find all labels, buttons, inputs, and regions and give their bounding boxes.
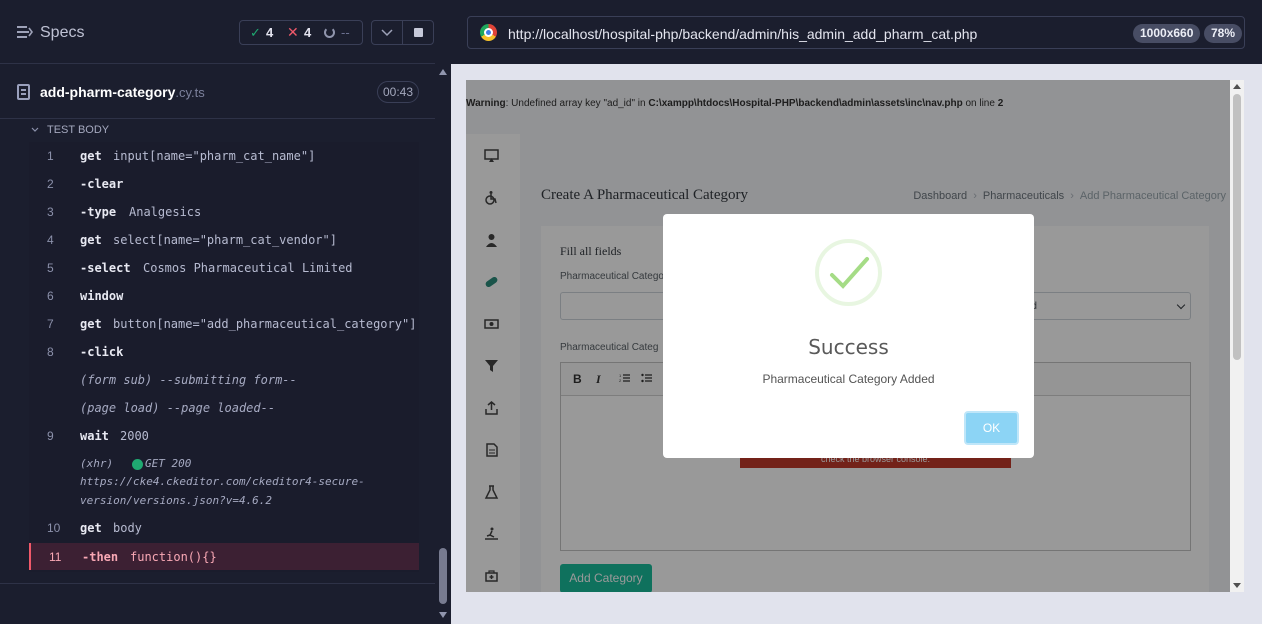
- preview-pane: http://localhost/hospital-php/backend/ad…: [451, 0, 1262, 624]
- pending-count: --: [341, 25, 350, 40]
- modal-message: Pharmaceutical Category Added: [762, 372, 935, 386]
- spec-duration: 00:43: [377, 81, 419, 103]
- command-row[interactable]: 5 -select Cosmos Pharmaceutical Limited: [29, 254, 419, 282]
- scroll-up-icon[interactable]: [439, 69, 447, 75]
- status-dot-icon: [132, 459, 143, 470]
- command-row[interactable]: 7 get button[name="add_pharmaceutical_ca…: [29, 310, 419, 338]
- scroll-up-icon[interactable]: [1233, 84, 1241, 89]
- command-row[interactable]: 3 -type Analgesics: [29, 198, 419, 226]
- spec-name[interactable]: add-pharm-category.cy.ts: [40, 84, 205, 100]
- specs-bar: Specs ✓ 4 ✕ 4 --: [0, 0, 435, 64]
- spec-header: add-pharm-category.cy.ts 00:43: [0, 64, 435, 119]
- scroll-down-icon[interactable]: [439, 612, 447, 618]
- scroll-down-icon[interactable]: [1233, 583, 1241, 588]
- url-bar[interactable]: http://localhost/hospital-php/backend/ad…: [467, 16, 1245, 49]
- log-row-page-load[interactable]: (page load) --page loaded--: [29, 394, 419, 422]
- log-row-form-sub[interactable]: (form sub) --submitting form--: [29, 366, 419, 394]
- runner-scrollbar[interactable]: [435, 64, 451, 624]
- modal-title: Success: [808, 335, 889, 359]
- menu-icon[interactable]: [17, 25, 33, 39]
- command-row[interactable]: 10 get body: [29, 514, 419, 542]
- zoom-badge[interactable]: 78%: [1204, 24, 1243, 43]
- viewport-size-badge[interactable]: 1000x660: [1133, 24, 1201, 43]
- spec-extension: .cy.ts: [175, 85, 205, 100]
- url-text[interactable]: http://localhost/hospital-php/backend/ad…: [508, 26, 977, 42]
- document-icon: [17, 84, 30, 100]
- test-body-label[interactable]: TEST BODY: [47, 124, 109, 136]
- cross-icon: ✕: [287, 24, 299, 40]
- scrollbar-thumb[interactable]: [439, 548, 447, 604]
- divider: [0, 583, 435, 584]
- chrome-icon: [480, 24, 497, 41]
- chevron-down-icon[interactable]: [31, 126, 39, 134]
- stop-button[interactable]: [402, 20, 434, 45]
- command-log: 1 get input[name="pharm_cat_name"] 2 -cl…: [29, 142, 419, 572]
- chevron-down-button[interactable]: [371, 20, 403, 45]
- ok-button[interactable]: OK: [964, 411, 1019, 445]
- test-stats: ✓ 4 ✕ 4 --: [239, 20, 363, 45]
- command-row[interactable]: 2 -clear: [29, 170, 419, 198]
- command-row[interactable]: 1 get input[name="pharm_cat_name"]: [29, 142, 419, 170]
- app-scrollbar[interactable]: [1230, 80, 1244, 592]
- specs-label[interactable]: Specs: [40, 24, 84, 42]
- stop-icon: [414, 28, 423, 37]
- scrollbar-thumb[interactable]: [1233, 94, 1241, 360]
- command-row[interactable]: 8 -click: [29, 338, 419, 366]
- pending-icon: [324, 27, 335, 38]
- xhr-log-row[interactable]: (xhr) GET 200 https://cke4.ckeditor.com/…: [29, 453, 419, 517]
- app-under-test-frame: Warning: Undefined array key "ad_id" in …: [466, 80, 1244, 592]
- cypress-runner-panel: Specs ✓ 4 ✕ 4 -- add-pharm-category.cy.t…: [0, 0, 435, 624]
- command-row[interactable]: 4 get select[name="pharm_cat_vendor"]: [29, 226, 419, 254]
- chevron-down-icon: [381, 29, 393, 37]
- command-row-active[interactable]: 11 -then function(){}: [29, 543, 419, 570]
- success-icon: [815, 239, 882, 306]
- success-modal: Success Pharmaceutical Category Added OK: [663, 214, 1034, 458]
- check-icon: ✓: [250, 25, 261, 40]
- command-row[interactable]: 9 wait 2000: [29, 422, 419, 450]
- url-area: http://localhost/hospital-php/backend/ad…: [451, 0, 1262, 64]
- passed-count: 4: [266, 25, 274, 40]
- failed-count: 4: [304, 25, 312, 40]
- command-row[interactable]: 6 window: [29, 282, 419, 310]
